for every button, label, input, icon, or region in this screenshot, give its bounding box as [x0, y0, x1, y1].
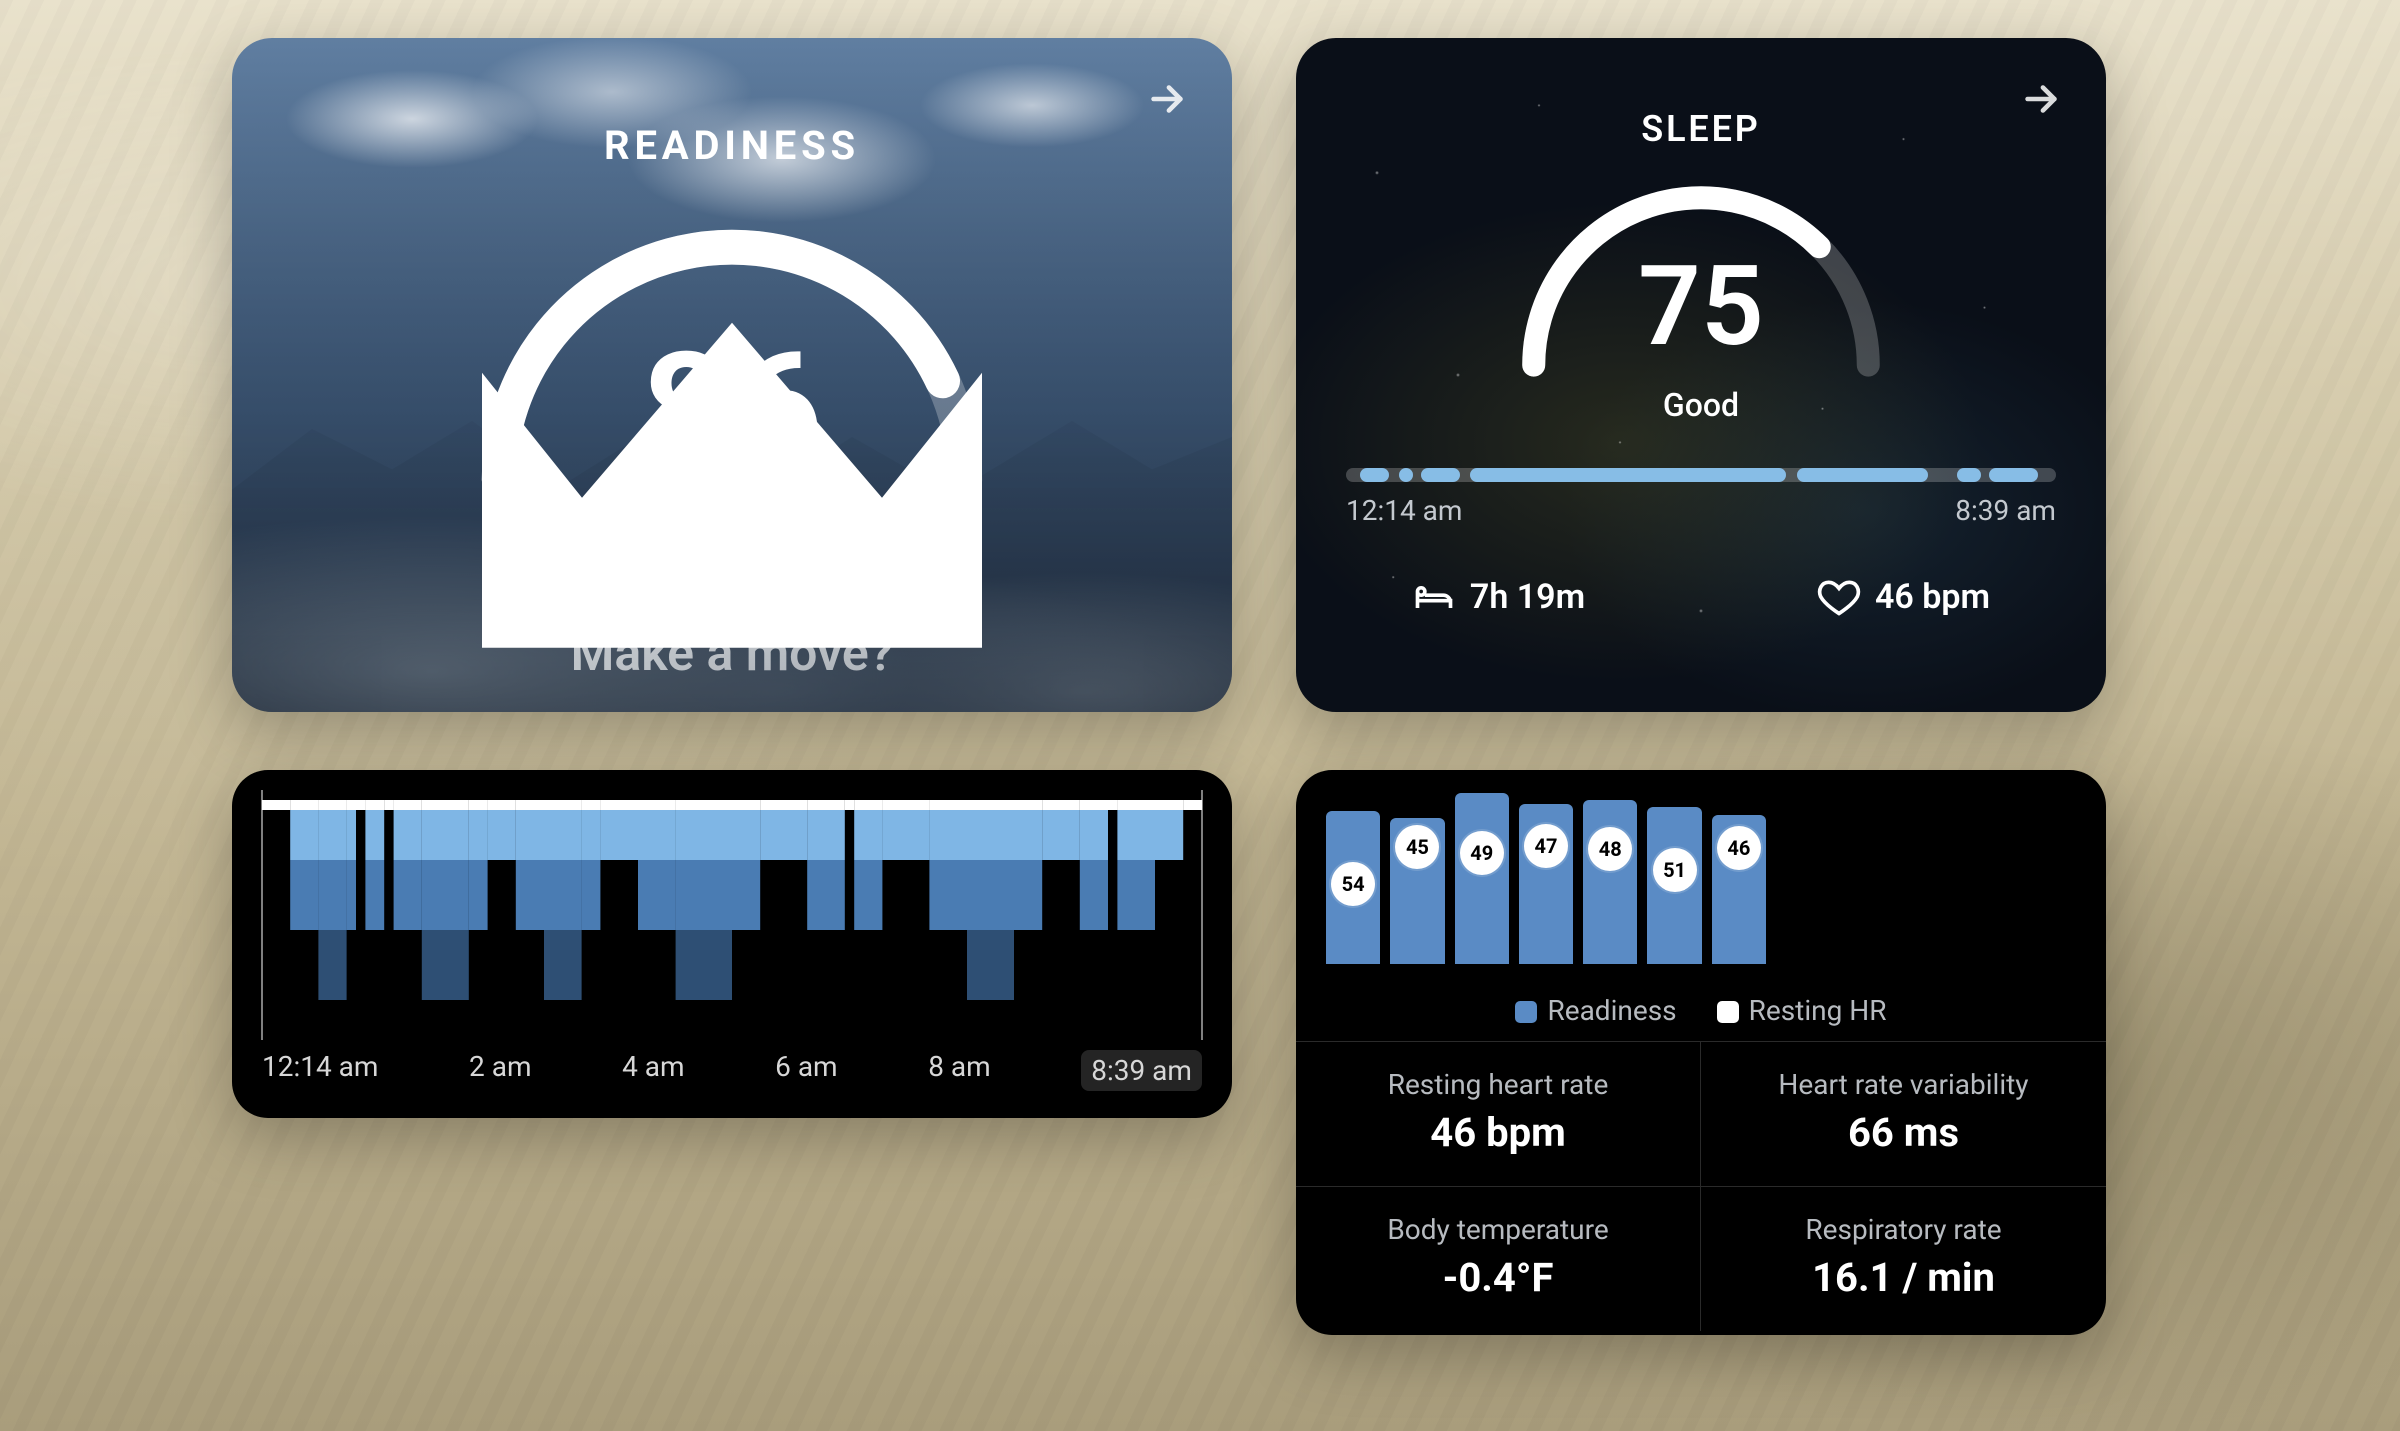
sleep-segment: [1957, 468, 1982, 482]
vital-resp-value: 16.1 / min: [1711, 1254, 2096, 1301]
rhr-badge: 47: [1524, 824, 1568, 868]
legend-rhr: Resting HR: [1749, 994, 1887, 1027]
arrow-right-icon: [1144, 76, 1190, 122]
daily-bar: 51: [1647, 807, 1701, 964]
readiness-card[interactable]: READINESS 86 Optimal Make a move?: [232, 38, 1232, 712]
daily-bar: 46: [1712, 815, 1766, 964]
vital-hrv: Heart rate variability 66 ms: [1701, 1041, 2106, 1186]
hypnogram-x-axis: 12:14 am 2 am 4 am 6 am 8 am 8:39 am: [232, 1050, 1232, 1091]
heart-icon: [1817, 575, 1861, 619]
sleep-segment: [1360, 468, 1388, 482]
vital-temp-value: -0.4°F: [1306, 1254, 1690, 1301]
daily-bar: 47: [1519, 804, 1573, 964]
readiness-open-arrow[interactable]: [1132, 64, 1202, 134]
sleep-hr-stat: 46 bpm: [1817, 575, 1990, 619]
hypno-tick: 8 am: [928, 1050, 990, 1091]
sleep-score: 75: [1491, 242, 1911, 371]
vital-temp: Body temperature -0.4°F: [1296, 1186, 1701, 1331]
hypno-tick: 12:14 am: [262, 1050, 378, 1091]
sleep-gauge: 75: [1491, 156, 1911, 386]
rhr-badge: 54: [1331, 862, 1375, 906]
sleep-open-arrow[interactable]: [2006, 64, 2076, 134]
vital-resp-label: Respiratory rate: [1711, 1213, 2096, 1246]
vital-hrv-label: Heart rate variability: [1711, 1068, 2096, 1101]
sleep-timeline: [1346, 468, 2056, 482]
sleep-title: SLEEP: [1296, 108, 2106, 150]
vital-hrv-value: 66 ms: [1711, 1109, 2096, 1156]
legend-swatch-readiness: [1515, 1001, 1537, 1023]
rhr-badge: 49: [1460, 831, 1504, 875]
rhr-badge: 46: [1717, 826, 1761, 870]
sleep-start-time: 12:14 am: [1346, 494, 1462, 527]
sleep-segment: [1470, 468, 1786, 482]
vital-temp-label: Body temperature: [1306, 1213, 1690, 1246]
daily-chart: 54 45 49 47 48 51 46: [1296, 770, 2106, 990]
arrow-right-icon: [2018, 76, 2064, 122]
vital-rhr-value: 46 bpm: [1306, 1109, 1690, 1156]
sleep-duration-stat: 7h 19m: [1412, 575, 1585, 619]
legend-swatch-rhr: [1717, 1001, 1739, 1023]
sleep-segment: [1797, 468, 1928, 482]
daily-bar: 48: [1583, 800, 1637, 964]
legend-readiness: Readiness: [1547, 994, 1676, 1027]
readiness-score: 86: [432, 319, 1032, 506]
hypno-tick: 2 am: [469, 1050, 531, 1091]
sleep-card[interactable]: SLEEP 75 Good 12:14 am 8:39 am 7h 19m 46…: [1296, 38, 2106, 712]
vitals-card[interactable]: 54 45 49 47 48 51 46 Readiness Resting HR Rest…: [1296, 770, 2106, 1335]
hypno-tick: 6 am: [775, 1050, 837, 1091]
hypno-tick: 8:39 am: [1081, 1050, 1202, 1091]
daily-bar: 54: [1326, 811, 1380, 964]
sleep-segment: [1989, 468, 2039, 482]
daily-bar: 49: [1455, 793, 1509, 964]
sleep-status: Good: [1296, 386, 2106, 424]
readiness-gauge: 86: [432, 189, 1032, 509]
daily-bar: 45: [1390, 818, 1444, 964]
sleep-hr: 46 bpm: [1875, 577, 1990, 617]
daily-legend: Readiness Resting HR: [1296, 990, 2106, 1041]
hypno-tick: 4 am: [622, 1050, 684, 1091]
sleep-duration: 7h 19m: [1470, 577, 1585, 617]
sleep-end-time: 8:39 am: [1955, 494, 2056, 527]
hypnogram-card[interactable]: 12:14 am 2 am 4 am 6 am 8 am 8:39 am: [232, 770, 1232, 1118]
vital-rhr: Resting heart rate 46 bpm: [1296, 1041, 1701, 1186]
sleep-segment: [1421, 468, 1460, 482]
vital-resp: Respiratory rate 16.1 / min: [1701, 1186, 2106, 1331]
rhr-badge: 51: [1653, 848, 1697, 892]
rhr-badge: 45: [1395, 825, 1439, 869]
vital-rhr-label: Resting heart rate: [1306, 1068, 1690, 1101]
rhr-badge: 48: [1588, 827, 1632, 871]
bed-icon: [1412, 575, 1456, 619]
hypnogram-chart: [232, 770, 1232, 1050]
